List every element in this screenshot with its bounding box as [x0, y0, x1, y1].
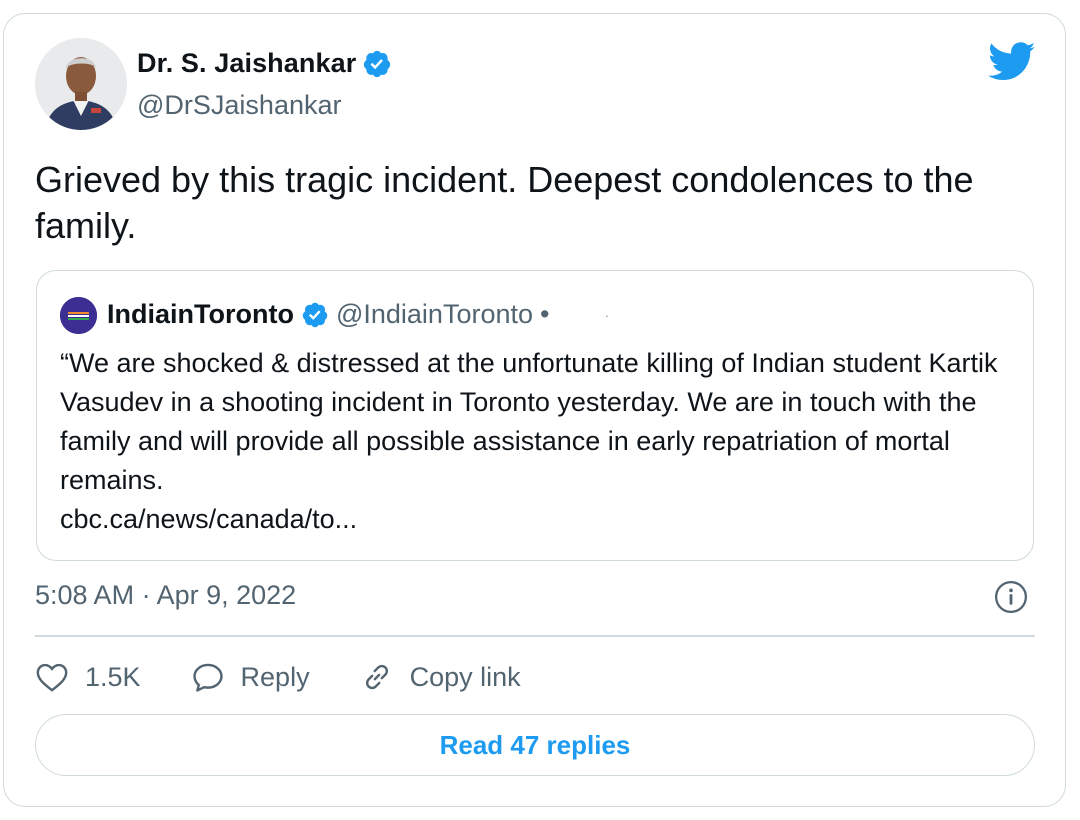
author-name-row: Dr. S. Jaishankar	[137, 48, 392, 79]
copy-link-label: Copy link	[409, 661, 521, 692]
action-bar: 1.5K Reply Copy link	[35, 656, 571, 698]
quoted-link[interactable]: cbc.ca/news/canada/to...	[60, 500, 1010, 539]
divider	[35, 635, 1035, 637]
quoted-author-avatar[interactable]	[60, 297, 97, 334]
heart-icon	[36, 663, 68, 692]
quoted-body-text: “We are shocked & distressed at the unfo…	[60, 348, 998, 495]
author-avatar[interactable]	[35, 38, 127, 130]
copy-link-button[interactable]: Copy link	[360, 660, 521, 694]
reply-label: Reply	[240, 661, 310, 692]
like-count: 1.5K	[85, 661, 141, 692]
twitter-bird-icon[interactable]	[988, 42, 1036, 82]
quoted-tweet[interactable]: IndiainToronto @IndiainToronto • · “We a…	[36, 270, 1034, 561]
quoted-header: IndiainToronto @IndiainToronto • ·	[107, 299, 609, 330]
info-icon[interactable]	[994, 580, 1028, 614]
verified-badge-icon	[302, 302, 328, 327]
quoted-author-handle[interactable]: @IndiainToronto	[336, 299, 533, 330]
like-button[interactable]: 1.5K	[35, 661, 141, 693]
read-replies-button[interactable]: Read 47 replies	[35, 714, 1035, 776]
link-icon	[365, 664, 388, 690]
quoted-avatar-logo	[60, 297, 97, 334]
quoted-bullet: •	[540, 299, 550, 329]
tweet-text: Grieved by this tragic incident. Deepest…	[35, 159, 974, 246]
avatar-portrait	[35, 38, 127, 130]
quoted-author-name[interactable]: IndiainToronto	[107, 299, 294, 330]
author-handle[interactable]: @DrSJaishankar	[137, 90, 341, 121]
quoted-separator: ·	[604, 306, 610, 323]
reply-bubble-icon	[192, 663, 223, 692]
tweet-timestamp[interactable]: 5:08 AM · Apr 9, 2022	[35, 580, 296, 611]
quoted-body: “We are shocked & distressed at the unfo…	[60, 344, 1010, 539]
reply-button[interactable]: Reply	[191, 661, 310, 693]
author-name[interactable]: Dr. S. Jaishankar	[137, 48, 356, 79]
verified-badge-icon	[364, 50, 391, 77]
